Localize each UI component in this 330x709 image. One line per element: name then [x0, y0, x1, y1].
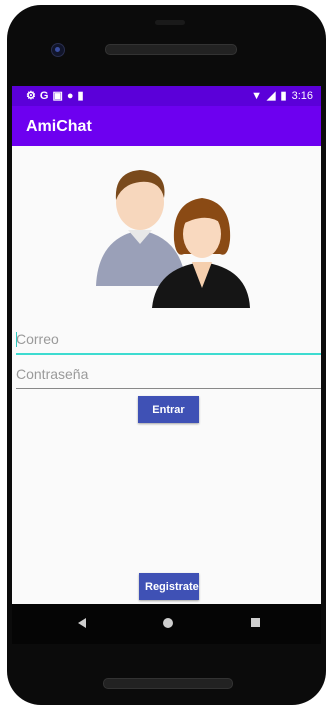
password-field[interactable]: [16, 362, 321, 386]
email-field[interactable]: [16, 327, 321, 351]
navigation-bar: [12, 604, 321, 644]
app-title: AmiChat: [26, 118, 92, 135]
password-field-container: [16, 362, 321, 389]
back-icon[interactable]: [78, 618, 86, 628]
recent-apps-icon[interactable]: [251, 618, 260, 627]
mail-icon: ▣: [52, 90, 63, 102]
top-speaker: [105, 44, 237, 55]
wifi-icon: ▼: [251, 90, 263, 102]
users-avatar-icon: [96, 170, 250, 308]
app-bar: AmiChat: [12, 106, 321, 146]
home-icon[interactable]: [163, 618, 173, 628]
signal-icon: ◢: [267, 90, 276, 102]
front-camera: [51, 43, 65, 57]
top-slot: [155, 20, 185, 25]
status-left-icons: ⚙ G ▣ ● ▮: [26, 89, 84, 103]
register-button[interactable]: Registrate: [139, 573, 199, 600]
status-time: 3:16: [291, 90, 313, 102]
status-right-icons: ▼ ◢ ▮ 3:16: [251, 89, 313, 103]
gear-icon: ⚙: [26, 90, 36, 102]
status-bar: ⚙ G ▣ ● ▮ ▼ ◢ ▮ 3:16: [12, 86, 321, 106]
battery-icon: ▮: [280, 90, 287, 102]
bottom-speaker: [103, 678, 233, 689]
g-icon: G: [39, 90, 49, 102]
circle-icon: ●: [66, 90, 74, 102]
phone-mockup: ⚙ G ▣ ● ▮ ▼ ◢ ▮ 3:16 AmiChat Correo Entr…: [0, 0, 330, 709]
email-field-container: [16, 327, 321, 355]
text-cursor: [16, 332, 17, 347]
login-button[interactable]: Entrar: [138, 396, 199, 423]
sd-card-icon: ▮: [77, 90, 84, 102]
app-screen: ⚙ G ▣ ● ▮ ▼ ◢ ▮ 3:16 AmiChat Correo Entr…: [12, 86, 321, 604]
